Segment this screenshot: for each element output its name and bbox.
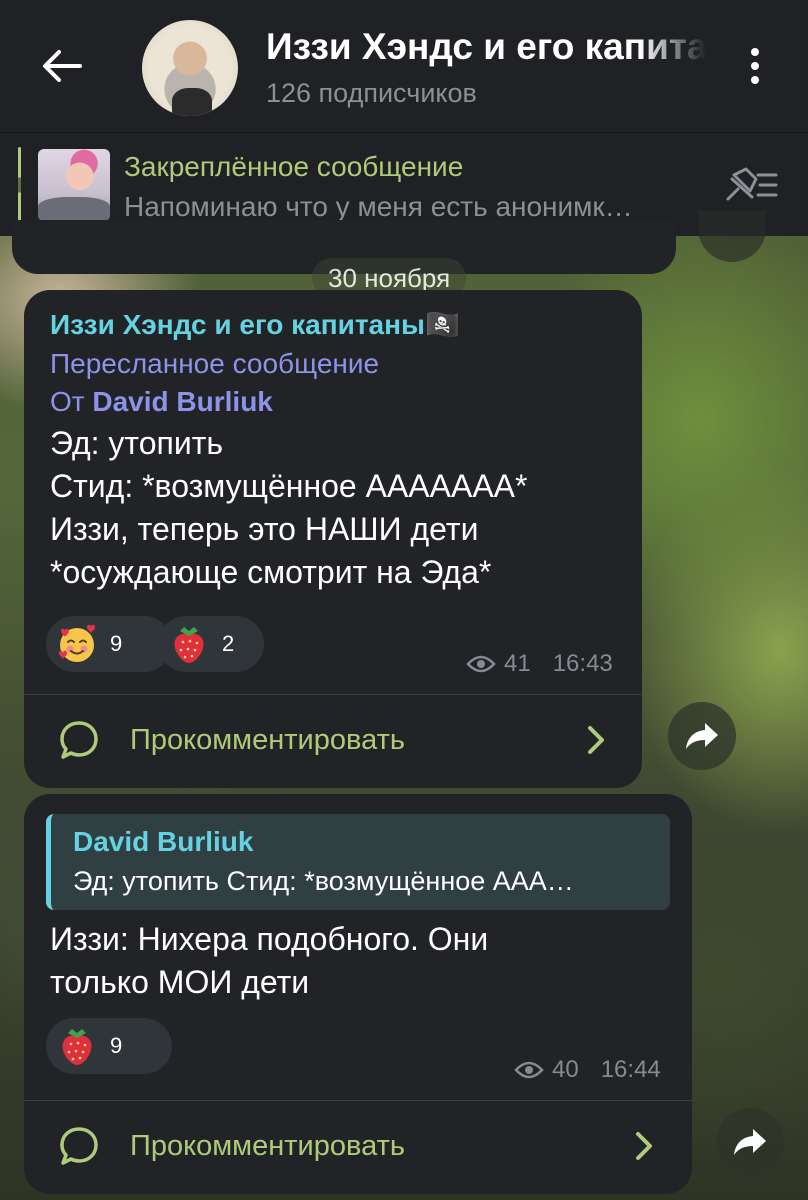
view-count: 41 — [504, 650, 531, 677]
reaction-hearts-face[interactable]: 9 — [46, 616, 172, 672]
comment-button[interactable]: Прокомментировать — [58, 700, 616, 780]
comment-label: Прокомментировать — [130, 723, 405, 756]
forwarded-label: Пересланное сообщение — [50, 348, 380, 379]
views-eye-icon — [514, 1061, 544, 1079]
channel-post: Иззи Хэндс и его капитаны🏴‍☠️ Пересланно… — [24, 290, 642, 788]
channel-title[interactable]: Иззи Хэндс и его капитаны — [266, 26, 706, 68]
strawberry-icon — [174, 627, 204, 663]
chevron-right-icon — [636, 1132, 652, 1160]
share-arrow-icon — [734, 1129, 766, 1155]
back-button[interactable] — [36, 40, 88, 92]
pinned-title: Закреплённое сообщение — [124, 151, 464, 182]
comment-bubble-icon — [60, 1127, 98, 1165]
channel-avatar[interactable] — [142, 20, 238, 116]
share-button[interactable] — [716, 1108, 784, 1176]
message-meta: 40 16:44 — [514, 1056, 661, 1084]
forwarded-from[interactable]: От David Burliuk — [50, 386, 273, 418]
more-dot-icon — [751, 62, 759, 70]
pinned-indicator — [18, 147, 21, 223]
pinned-list-button[interactable] — [722, 163, 780, 207]
message-text: Иззи: Нихера подобного. Они только МОИ д… — [50, 918, 488, 1004]
message-line: Иззи: Нихера подобного. Они — [50, 921, 489, 957]
message-time: 16:44 — [600, 1056, 661, 1083]
reaction-count: 2 — [222, 631, 235, 656]
comment-label: Прокомментировать — [130, 1129, 405, 1162]
pinned-thumbnail — [38, 149, 110, 221]
pin-list-icon — [726, 167, 778, 201]
share-arrow-icon — [686, 723, 718, 749]
view-count: 40 — [552, 1056, 579, 1083]
share-button[interactable] — [668, 702, 736, 770]
message-meta: 41 16:43 — [466, 650, 613, 678]
comment-button[interactable]: Прокомментировать — [58, 1106, 664, 1186]
more-options-button[interactable] — [730, 40, 780, 92]
from-prefix: От — [50, 386, 85, 417]
reaction-count: 9 — [110, 631, 123, 656]
arrow-left-icon — [43, 50, 82, 82]
message-line: Эд: утопить — [50, 425, 224, 461]
smiling-face-with-hearts-icon — [59, 624, 95, 662]
comment-bubble-icon — [60, 721, 98, 759]
message-line: *осуждающе смотрит на Эда* — [50, 554, 492, 590]
reaction-strawberry[interactable]: 2 — [158, 616, 264, 672]
subscriber-count: 126 подписчиков — [266, 78, 477, 108]
reply-quote[interactable]: David Burliuk Эд: утопить Стид: *возмущё… — [46, 814, 670, 910]
comment-divider — [24, 1100, 692, 1101]
previous-share-button[interactable] — [698, 210, 766, 262]
strawberry-icon — [62, 1029, 92, 1065]
chat-header: Иззи Хэндс и его капитаны 126 подписчико… — [0, 0, 808, 132]
reaction-count: 9 — [110, 1033, 123, 1058]
reply-snippet: Эд: утопить Стид: *возмущённое ААА… — [73, 866, 574, 896]
message-line: только МОИ дети — [50, 964, 310, 1000]
message-line: Стид: *возмущённое ААААААА* — [50, 468, 528, 504]
channel-post: David Burliuk Эд: утопить Стид: *возмущё… — [24, 794, 692, 1194]
chevron-right-icon — [588, 726, 604, 754]
message-text: Эд: утопить Стид: *возмущённое ААААААА* … — [50, 422, 527, 594]
message-line: Иззи, теперь это НАШИ дети — [50, 511, 479, 547]
pinned-text: Напоминаю что у меня есть анонимк… — [124, 191, 633, 222]
reaction-strawberry[interactable]: 9 — [46, 1018, 172, 1074]
more-dot-icon — [751, 76, 759, 84]
reply-author: David Burliuk — [73, 826, 254, 857]
more-dot-icon — [751, 48, 759, 56]
comment-divider — [24, 694, 642, 695]
views-eye-icon — [466, 655, 496, 673]
message-time: 16:43 — [552, 650, 613, 677]
forward-author[interactable]: David Burliuk — [92, 386, 272, 417]
channel-name[interactable]: Иззи Хэндс и его капитаны🏴‍☠️ — [50, 308, 460, 341]
